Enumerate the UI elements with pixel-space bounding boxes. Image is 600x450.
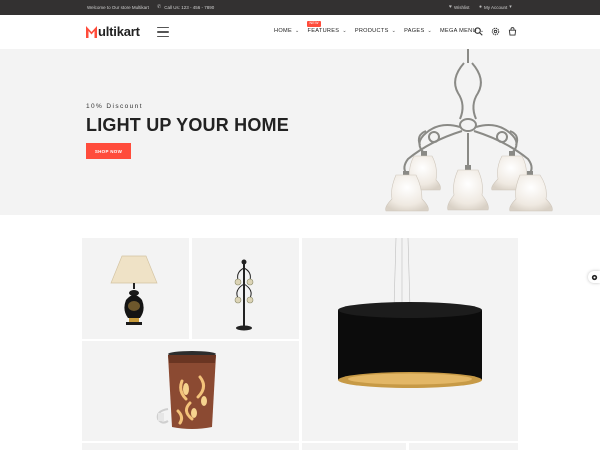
account-dropdown[interactable]: ● My Account ▾ bbox=[479, 4, 512, 10]
nav-home-label: HOME bbox=[274, 28, 292, 34]
hero-discount: 10% Discount bbox=[86, 103, 143, 110]
hamburger-menu-icon[interactable] bbox=[157, 27, 169, 37]
collection-tile-table-lamp[interactable] bbox=[82, 238, 189, 339]
pendant-lamp-image bbox=[338, 238, 482, 388]
logo-m-icon bbox=[86, 25, 97, 38]
nav-home[interactable]: HOME ⌄ bbox=[274, 28, 299, 34]
chevron-down-icon: ▾ bbox=[509, 4, 512, 10]
nav-mega-menu-label: MEGA MENU bbox=[439, 28, 477, 34]
collection-tile-pendant-lamp[interactable] bbox=[302, 238, 518, 441]
chevron-down-icon: ⌄ bbox=[342, 28, 347, 34]
phone-text: Call Us: 123 - 456 - 7890 bbox=[164, 4, 215, 10]
main-header: ultikart HOME ⌄ FEATURES ⌄ NEW PRODUCTS … bbox=[0, 15, 600, 49]
nav-pages[interactable]: PAGES ⌄ bbox=[404, 28, 432, 34]
chevron-down-icon: ⌄ bbox=[427, 28, 432, 34]
nav-products-label: PRODUCTS bbox=[354, 28, 389, 34]
phone-info: ✆ Call Us: 123 - 456 - 7890 bbox=[157, 4, 214, 10]
chandelier-image bbox=[385, 49, 553, 212]
user-icon: ● bbox=[479, 4, 483, 10]
hero-banner: 10% Discount LIGHT UP YOUR HOME SHOP NOW bbox=[0, 49, 600, 215]
wishlist-link[interactable]: ♥ Wishlist bbox=[449, 4, 469, 10]
chevron-down-icon: ⌄ bbox=[391, 28, 397, 34]
collection-tile-bottom-1[interactable] bbox=[82, 443, 299, 450]
account-label: My Account bbox=[484, 4, 508, 10]
heart-icon: ♥ bbox=[449, 4, 452, 10]
top-bar: Welcome to Our store Multikart ✆ Call Us… bbox=[0, 0, 600, 15]
chevron-down-icon: ⌄ bbox=[294, 28, 300, 34]
collection-tile-bottom-2[interactable] bbox=[302, 443, 406, 450]
main-nav: HOME ⌄ FEATURES ⌄ NEW PRODUCTS ⌄ PAGES ⌄… bbox=[274, 21, 492, 34]
logo-text: ultikart bbox=[98, 24, 140, 39]
header-icons bbox=[473, 26, 517, 36]
collection-tile-bottom-3[interactable] bbox=[409, 443, 518, 450]
settings-fab-icon[interactable] bbox=[588, 271, 600, 283]
hero-title: LIGHT UP YOUR HOME bbox=[86, 115, 289, 135]
nav-pages-label: PAGES bbox=[404, 28, 425, 34]
nav-products[interactable]: PRODUCTS ⌄ bbox=[355, 28, 396, 34]
cart-icon[interactable] bbox=[507, 26, 517, 36]
wall-lamp-image bbox=[156, 351, 216, 429]
search-icon[interactable] bbox=[473, 26, 483, 36]
table-lamp-image bbox=[110, 255, 158, 325]
welcome-text: Welcome to Our store Multikart bbox=[87, 5, 149, 10]
logo[interactable]: ultikart bbox=[86, 24, 140, 39]
nav-features-label: FEATURES bbox=[307, 28, 340, 34]
shop-now-button[interactable]: SHOP NOW bbox=[86, 143, 131, 159]
phone-icon: ✆ bbox=[157, 4, 162, 10]
collection-tile-wall-lamp[interactable] bbox=[82, 341, 299, 441]
collection-tile-floor-lamp[interactable] bbox=[192, 238, 299, 339]
floor-lamp-image bbox=[234, 259, 254, 331]
nav-features[interactable]: FEATURES ⌄ NEW bbox=[307, 21, 347, 34]
new-badge: NEW bbox=[307, 21, 321, 27]
settings-icon[interactable] bbox=[490, 26, 500, 36]
wishlist-label: Wishlist bbox=[453, 4, 470, 10]
